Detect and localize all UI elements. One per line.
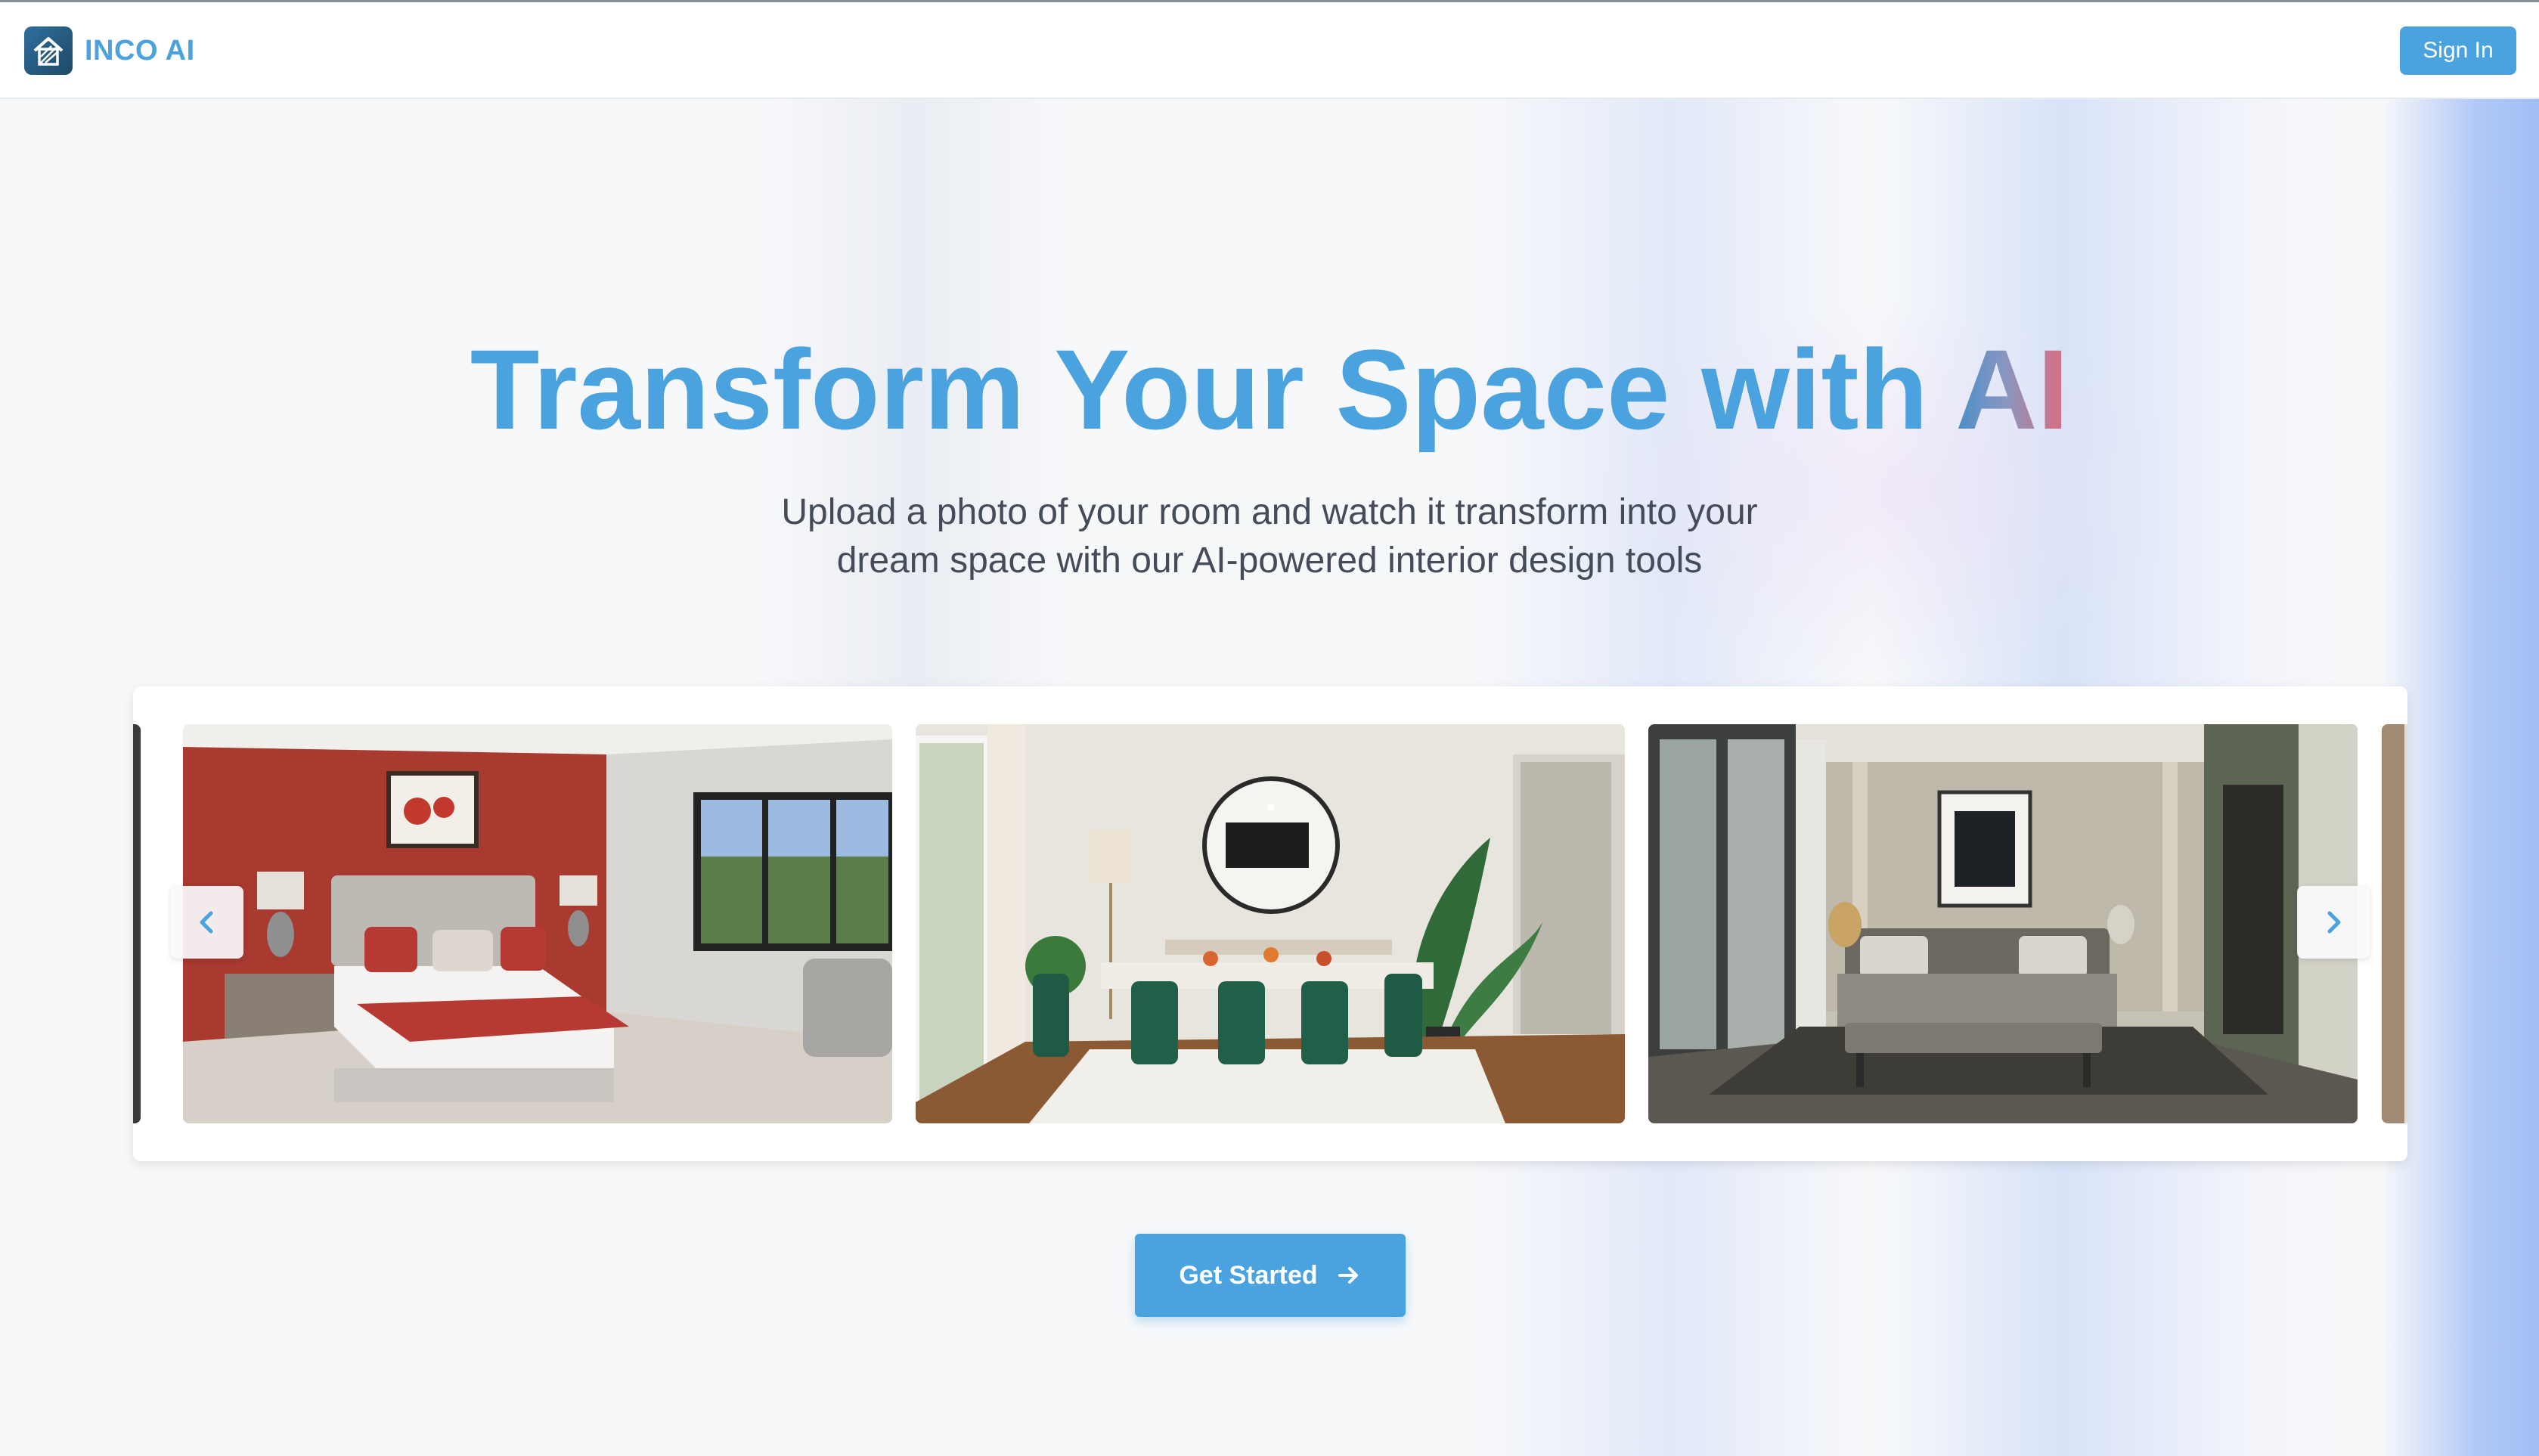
hero-title-highlight: AI bbox=[1955, 326, 2069, 453]
chevron-right-icon bbox=[2327, 911, 2341, 934]
brand[interactable]: INCO AI bbox=[24, 26, 195, 75]
carousel-slide-partial bbox=[133, 724, 141, 1123]
hero-title: Transform Your Space with AI bbox=[0, 325, 2539, 454]
top-navbar: INCO AI Sign In bbox=[0, 2, 2539, 99]
arrow-right-icon bbox=[1338, 1267, 1358, 1284]
carousel-next-button[interactable] bbox=[2297, 886, 2370, 959]
hero-subtitle: Upload a photo of your room and watch it… bbox=[702, 488, 1837, 585]
carousel-prev-button[interactable] bbox=[171, 886, 243, 959]
home-logo-icon bbox=[24, 26, 73, 75]
sign-in-button[interactable]: Sign In bbox=[2400, 26, 2516, 75]
get-started-button[interactable]: Get Started bbox=[1135, 1234, 1406, 1317]
hero-subtitle-line2: dream space with our AI-powered interior… bbox=[836, 541, 1703, 581]
carousel-slide-dining-room[interactable] bbox=[916, 724, 1625, 1123]
room-carousel bbox=[133, 686, 2407, 1161]
carousel-slide-bedroom[interactable] bbox=[183, 724, 892, 1123]
chevron-left-icon bbox=[200, 911, 213, 934]
carousel-slide-partial bbox=[2382, 724, 2407, 1123]
carousel-slide-modern-bedroom[interactable] bbox=[1648, 724, 2358, 1123]
hero-title-main: Transform Your Space with bbox=[470, 326, 1956, 453]
hero-subtitle-line1: Upload a photo of your room and watch it… bbox=[781, 492, 1758, 532]
brand-name: INCO AI bbox=[85, 34, 195, 67]
get-started-label: Get Started bbox=[1179, 1260, 1318, 1290]
